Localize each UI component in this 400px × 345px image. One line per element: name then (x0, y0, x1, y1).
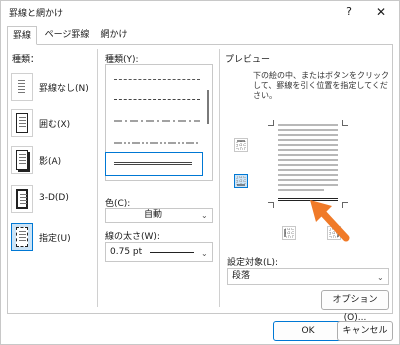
preview-heading: プレビュー (225, 55, 271, 65)
section-divider (219, 49, 220, 307)
setting-box[interactable]: 囲む(X) (11, 109, 101, 137)
line-style-option[interactable] (114, 99, 200, 100)
page-3d-border-icon (11, 185, 33, 213)
setting-none[interactable]: 罫線なし(N) (11, 73, 101, 101)
bottom-border-icon[interactable] (234, 174, 248, 188)
page-no-border-icon (11, 73, 33, 101)
tab-page-border[interactable]: ページ罫線 (39, 26, 95, 45)
page-custom-border-icon (11, 223, 33, 251)
apply-to-value: 段落 (232, 271, 251, 281)
chevron-down-icon: ⌄ (201, 249, 208, 258)
close-button[interactable]: ✕ (373, 4, 389, 20)
chevron-down-icon: ⌄ (377, 273, 384, 282)
width-label: 線の太さ(W): (105, 232, 160, 242)
tab-shading[interactable]: 網かけ (97, 26, 131, 45)
preview-instructions: 下の絵の中、またはボタンをクリックして、罫線を引く位置を指定してください。 (253, 71, 389, 100)
page-shadow-border-icon (11, 146, 33, 174)
page-box-border-icon (11, 109, 33, 137)
setting-box-label: 囲む(X) (39, 120, 71, 130)
tab-borders[interactable]: 罫線 (7, 26, 37, 45)
options-button[interactable]: オプション(O)... (321, 290, 389, 323)
setting-3d-label: 3-D(D) (39, 193, 69, 203)
style-list-scrollbar[interactable] (203, 66, 211, 179)
left-border-icon[interactable] (282, 226, 296, 240)
apply-to-label: 設定対象(L): (227, 258, 279, 268)
apply-to-dropdown[interactable]: 段落 ⌄ (227, 268, 389, 285)
setting-3d[interactable]: 3-D(D) (11, 185, 101, 213)
width-dropdown[interactable]: 0.75 pt ⌄ (105, 242, 213, 262)
setting-none-label: 罫線なし(N) (39, 84, 89, 94)
line-style-option-selected[interactable] (105, 152, 203, 176)
help-button[interactable]: ? (341, 4, 357, 20)
width-sample-line (150, 252, 194, 253)
title-bar: 罫線と網かけ ? ✕ (1, 1, 399, 23)
setting-custom-label: 指定(U) (39, 234, 71, 244)
dialog-title: 罫線と網かけ (9, 9, 64, 19)
borders-and-shading-dialog: 罫線と網かけ ? ✕ 罫線 ページ罫線 網かけ 種類： 罫線なし(N) 囲む(X… (0, 0, 400, 345)
setting-shadow-label: 影(A) (39, 157, 62, 167)
width-value: 0.75 pt (110, 247, 143, 257)
color-dropdown[interactable]: 自動 ⌄ (105, 208, 213, 223)
chevron-down-icon: ⌄ (201, 211, 208, 220)
ok-button[interactable]: OK (273, 321, 343, 341)
line-style-list[interactable] (105, 64, 213, 181)
setting-heading: 種類： (12, 55, 40, 65)
cancel-button[interactable]: キャンセル (337, 321, 393, 341)
line-style-option[interactable] (114, 79, 200, 80)
top-border-icon[interactable] (234, 138, 248, 152)
setting-custom[interactable]: 指定(U) (11, 223, 101, 251)
setting-shadow[interactable]: 影(A) (11, 146, 101, 174)
annotation-arrow-icon (310, 200, 350, 242)
color-value: 自動 (144, 210, 163, 220)
scroll-thumb[interactable] (207, 90, 209, 124)
